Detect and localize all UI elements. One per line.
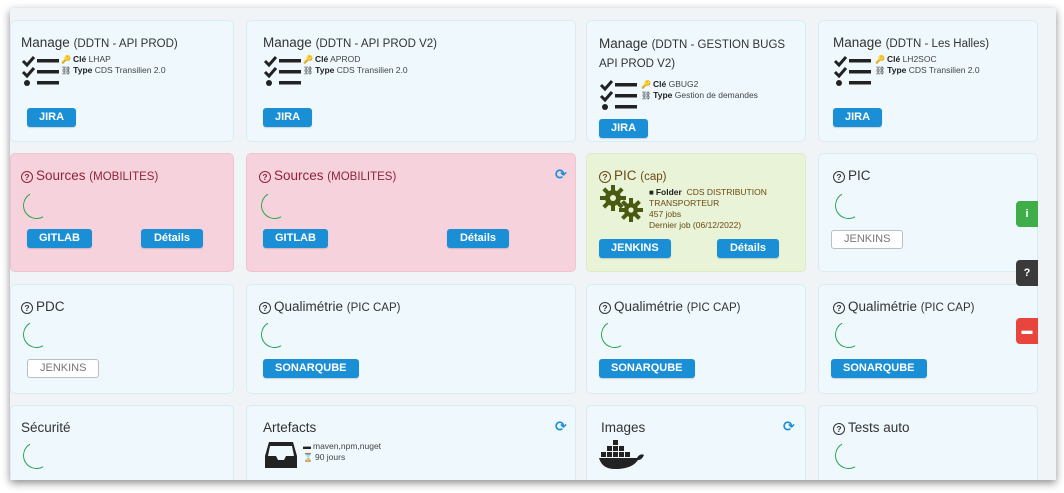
- card-title: Sécurité: [21, 420, 71, 435]
- loading-spinner: [597, 317, 632, 352]
- details-button[interactable]: Détails: [717, 239, 779, 258]
- help-circle-icon: ?: [599, 302, 611, 314]
- sitemap-icon: ⛓: [875, 66, 886, 75]
- refresh-icon[interactable]: ⟳: [783, 418, 795, 435]
- loading-spinner: [19, 188, 54, 223]
- loading-spinner: [831, 438, 866, 473]
- sitemap-icon: ⛓: [303, 66, 314, 75]
- sonarqube-button[interactable]: SONARQUBE: [831, 359, 927, 378]
- inbox-icon: [265, 442, 297, 468]
- help-circle-icon: ?: [21, 302, 33, 314]
- docker-icon: [599, 440, 644, 469]
- card-meta: 🔑 Clé GBUG2 ⛓ Type Gestion de demandes: [641, 79, 758, 100]
- sources-card-1: ? Sources (MOBILITES) GITLAB Détails: [10, 153, 234, 272]
- card-title: ? Qualimétrie (PIC CAP): [599, 299, 740, 314]
- comment-tab[interactable]: ▬: [1016, 318, 1038, 344]
- qualimetrie-card-3: ? Qualimétrie (PIC CAP) SONARQUBE: [818, 284, 1038, 394]
- refresh-icon[interactable]: ⟳: [555, 166, 567, 183]
- card-title: ? Qualimétrie (PIC CAP): [259, 299, 400, 314]
- sitemap-icon: ⛓: [61, 66, 72, 75]
- help-circle-icon: ?: [599, 171, 611, 183]
- loading-spinner: [831, 317, 866, 352]
- help-circle-icon: ?: [259, 302, 271, 314]
- loading-spinner: [257, 188, 292, 223]
- cogs-icon: [600, 185, 643, 222]
- jenkins-button[interactable]: JENKINS: [27, 359, 100, 378]
- sonarqube-button[interactable]: SONARQUBE: [263, 359, 359, 378]
- help-circle-icon: ?: [833, 171, 845, 183]
- details-button[interactable]: Détails: [447, 229, 509, 248]
- jira-card-api-prod-v2: Manage (DDTN - API PROD V2) 🔑 Clé APROD ⛓…: [246, 20, 576, 142]
- help-tab[interactable]: ?: [1016, 260, 1038, 286]
- card-title: Artefacts: [263, 420, 317, 435]
- loading-spinner: [19, 438, 54, 473]
- help-icon: ?: [1023, 267, 1031, 279]
- tasks-icon: [21, 56, 59, 86]
- artefacts-meta: ▬ maven,npm,nuget ⌛ 90 jours: [303, 441, 382, 462]
- card-title: ? Qualimétrie (PIC CAP): [833, 299, 974, 314]
- loading-spinner: [257, 317, 292, 352]
- tasks-icon: [263, 56, 301, 86]
- jira-card-les-halles: Manage (DDTN - Les Halles) 🔑 Clé LH2SOC ⛓…: [818, 20, 1038, 142]
- card-title: Manage (DDTN - API PROD): [21, 35, 178, 50]
- card-title: ? Sources (MOBILITES): [259, 168, 396, 183]
- key-icon: 🔑: [875, 55, 885, 64]
- card-title: Manage (DDTN - API PROD V2): [263, 35, 437, 50]
- help-circle-icon: ?: [833, 302, 845, 314]
- details-button[interactable]: Détails: [141, 229, 203, 248]
- hourglass-icon: ⌛: [303, 453, 313, 462]
- sitemap-icon: ⛓: [641, 91, 652, 100]
- jira-button[interactable]: JIRA: [27, 108, 77, 127]
- qualimetrie-card-2: ? Qualimétrie (PIC CAP) SONARQUBE: [586, 284, 806, 394]
- job-meta: ■ Folder CDS DISTRIBUTION TRANSPORTEUR 45…: [649, 187, 767, 230]
- card-meta: 🔑 Clé APROD ⛓ Type CDS Transilien 2.0: [303, 54, 408, 75]
- jenkins-button[interactable]: JENKINS: [599, 239, 671, 258]
- jira-button[interactable]: JIRA: [263, 108, 313, 127]
- key-icon: 🔑: [641, 80, 651, 89]
- help-circle-icon: ?: [833, 423, 845, 435]
- comment-icon: ▬: [1021, 325, 1033, 337]
- securite-card: Sécurité: [10, 405, 234, 480]
- qualimetrie-card-1: ? Qualimétrie (PIC CAP) SONARQUBE: [246, 284, 576, 394]
- card-title: ? PIC: [833, 168, 871, 183]
- jira-card-gestion-bugs: Manage (DDTN - GESTION BUGS API PROD V2)…: [586, 20, 806, 142]
- pic-cap-card: ? PIC (cap) ■ Folder CDS DISTRIBUTION TRAN…: [586, 153, 806, 272]
- dashboard-frame: Manage (DDTN - API PROD) 🔑 Clé LHAP ⛓ Type…: [10, 8, 1056, 480]
- tasks-icon: [599, 80, 637, 110]
- jira-button[interactable]: JIRA: [599, 119, 649, 138]
- jira-button[interactable]: JIRA: [833, 108, 883, 127]
- key-icon: 🔑: [61, 55, 71, 64]
- images-card: Images ⟳: [586, 405, 806, 480]
- card-title: Manage (DDTN - GESTION BUGS API PROD V2): [599, 36, 786, 70]
- info-icon: i: [1025, 208, 1029, 220]
- info-tab[interactable]: i: [1016, 201, 1038, 227]
- artefacts-card: Artefacts ⟳ ▬ maven,npm,nuget ⌛ 90 jours: [246, 405, 576, 480]
- key-icon: 🔑: [303, 55, 313, 64]
- tasks-icon: [833, 56, 871, 86]
- pic-card: ? PIC JENKINS: [818, 153, 1038, 272]
- pdc-card: ? PDC JENKINS: [10, 284, 234, 394]
- card-title: ? PIC (cap): [599, 168, 666, 183]
- gitlab-button[interactable]: GITLAB: [263, 229, 328, 248]
- jenkins-button[interactable]: JENKINS: [831, 230, 904, 249]
- card-meta: 🔑 Clé LH2SOC ⛓ Type CDS Transilien 2.0: [875, 54, 980, 75]
- loading-spinner: [831, 188, 866, 223]
- help-circle-icon: ?: [259, 171, 271, 183]
- loading-spinner: [19, 317, 54, 352]
- help-circle-icon: ?: [21, 171, 33, 183]
- card-title: Manage (DDTN - Les Halles): [833, 35, 990, 50]
- card-title: Images: [601, 420, 646, 435]
- card-title: ? Tests auto: [833, 420, 910, 435]
- sources-card-2: ? Sources (MOBILITES) ⟳ GITLAB Détails: [246, 153, 576, 272]
- card-title: ? Sources (MOBILITES): [21, 168, 158, 183]
- card-meta: 🔑 Clé LHAP ⛓ Type CDS Transilien 2.0: [61, 54, 166, 75]
- tests-auto-card: ? Tests auto: [818, 405, 1038, 480]
- sonarqube-button[interactable]: SONARQUBE: [599, 359, 695, 378]
- card-title: ? PDC: [21, 299, 65, 314]
- folder-icon: ■: [649, 188, 654, 197]
- archive-icon: ▬: [303, 442, 311, 451]
- gitlab-button[interactable]: GITLAB: [27, 229, 92, 248]
- jira-card-api-prod: Manage (DDTN - API PROD) 🔑 Clé LHAP ⛓ Type…: [10, 20, 234, 142]
- refresh-icon[interactable]: ⟳: [555, 418, 567, 435]
